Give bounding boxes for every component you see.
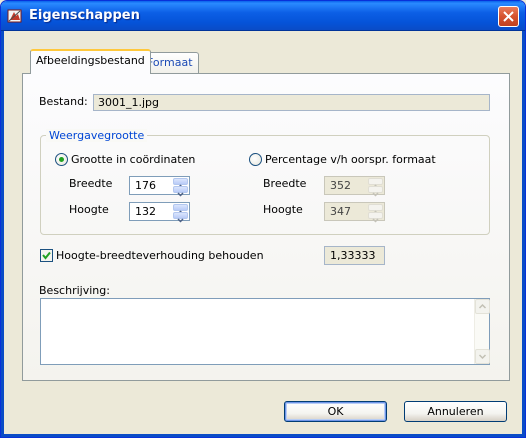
description-scrollbar[interactable] <box>474 299 490 364</box>
panel-content: Bestand: 3001_1.jpg Weergavegrootte Groo… <box>1 1 525 437</box>
chevron-up-icon <box>478 303 487 309</box>
spin-up-button[interactable] <box>368 178 383 189</box>
chevron-down-icon <box>372 192 379 197</box>
radio-dot <box>59 157 64 162</box>
checkmark-icon <box>42 251 51 260</box>
percentage-height-value: 347 <box>330 205 351 218</box>
aspect-ratio-value: 1,33333 <box>330 249 376 262</box>
spin-up-button[interactable] <box>173 178 188 189</box>
percentage-radio[interactable] <box>249 153 262 166</box>
ok-button[interactable]: OK <box>284 401 387 422</box>
height-value: 132 <box>135 205 156 218</box>
spin-down-button[interactable] <box>368 186 383 197</box>
coordinates-radio-label[interactable]: Grootte in coördinaten <box>71 153 195 166</box>
file-name-value: 3001_1.jpg <box>98 96 160 109</box>
chevron-down-icon <box>177 192 184 197</box>
chevron-down-icon <box>372 218 379 223</box>
height-label: Hoogte <box>69 203 109 216</box>
chevron-down-icon <box>478 354 487 360</box>
coordinates-radio[interactable] <box>55 153 68 166</box>
cancel-button[interactable]: Annuleren <box>404 401 507 422</box>
keep-aspect-checkbox[interactable] <box>40 249 53 262</box>
spin-down-button[interactable] <box>173 186 188 197</box>
description-label: Beschrijving: <box>39 284 110 297</box>
percentage-radio-label[interactable]: Percentage v/h oorspr. formaat <box>265 153 436 166</box>
scroll-up-button[interactable] <box>475 299 490 314</box>
width-label: Breedte <box>69 177 113 190</box>
percentage-height-spinner[interactable]: 347 <box>324 202 385 223</box>
scroll-down-button[interactable] <box>475 349 490 364</box>
spin-down-button[interactable] <box>368 212 383 223</box>
display-size-group-title: Weergavegrootte <box>46 129 148 142</box>
percentage-width-label: Breedte <box>263 177 307 190</box>
cancel-button-label: Annuleren <box>427 405 484 418</box>
description-textarea[interactable] <box>40 298 490 365</box>
spin-up-button[interactable] <box>368 204 383 215</box>
spin-up-button[interactable] <box>173 204 188 215</box>
percentage-width-spinner[interactable]: 352 <box>324 176 385 197</box>
width-spinner[interactable]: 176 <box>129 176 190 197</box>
width-value: 176 <box>135 179 156 192</box>
percentage-height-label: Hoogte <box>263 203 303 216</box>
properties-dialog: Eigenschappen Afbeeldingsbestand Formaat… <box>0 0 526 438</box>
file-name-field[interactable]: 3001_1.jpg <box>93 94 490 111</box>
keep-aspect-label[interactable]: Hoogte-breedteverhouding behouden <box>56 249 264 262</box>
chevron-down-icon <box>177 218 184 223</box>
height-spinner[interactable]: 132 <box>129 202 190 223</box>
spin-down-button[interactable] <box>173 212 188 223</box>
file-label: Bestand: <box>39 95 88 108</box>
percentage-width-value: 352 <box>330 179 351 192</box>
aspect-ratio-field[interactable]: 1,33333 <box>324 246 385 265</box>
ok-button-label: OK <box>327 405 344 418</box>
